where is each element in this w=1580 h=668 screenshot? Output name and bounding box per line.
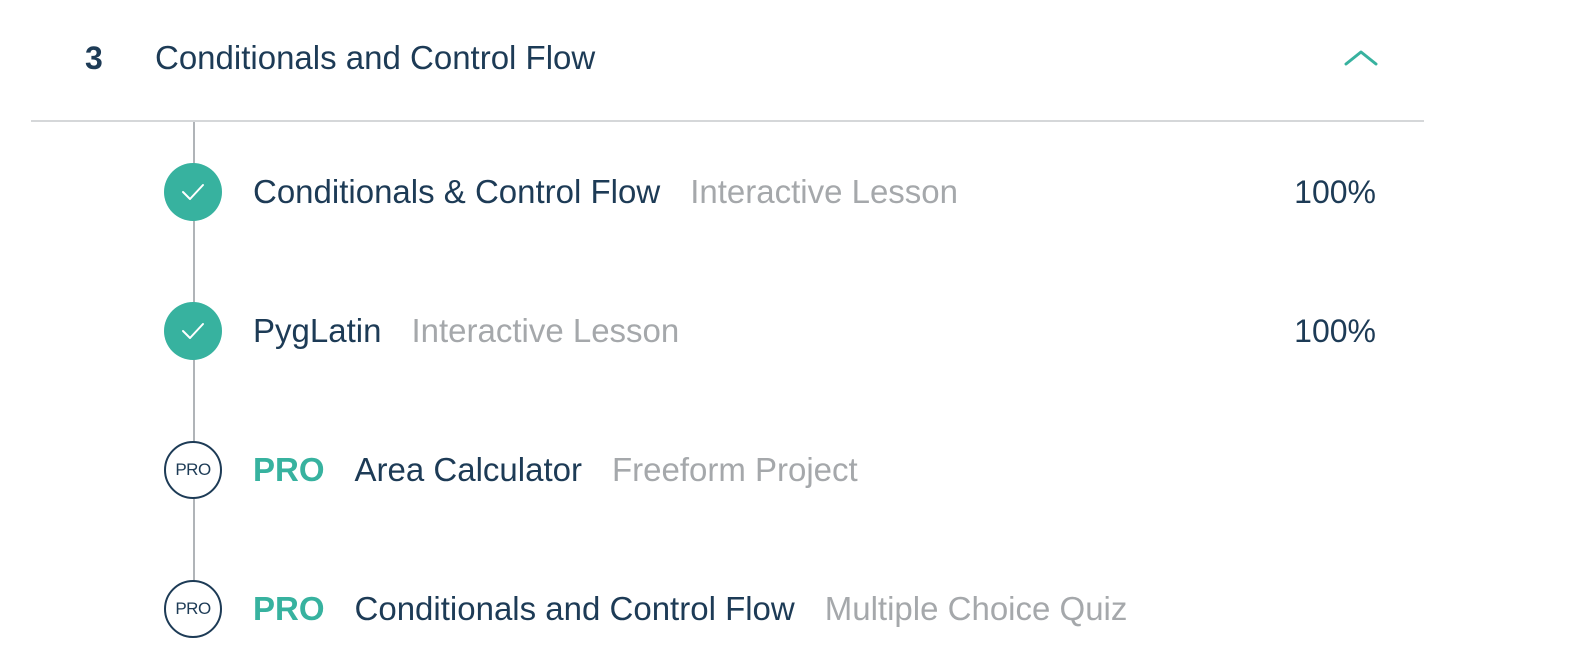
lesson-title[interactable]: Conditionals and Control Flow — [355, 590, 795, 627]
unit-title[interactable]: Conditionals and Control Flow — [155, 39, 595, 77]
lesson-row[interactable]: PygLatin Interactive Lesson 100% — [164, 302, 1404, 360]
pro-status-badge: PRO — [164, 580, 222, 638]
unit-header[interactable]: 3 Conditionals and Control Flow — [31, 0, 1424, 122]
lesson-content: PygLatin Interactive Lesson — [253, 302, 679, 360]
completed-status-icon — [164, 302, 222, 360]
lesson-title[interactable]: PygLatin — [253, 312, 381, 349]
lesson-title[interactable]: Area Calculator — [355, 451, 582, 488]
lesson-progress: 100% — [1294, 313, 1376, 349]
pro-label: PRO — [253, 590, 325, 627]
unit-number: 3 — [85, 40, 103, 76]
lesson-progress: 100% — [1294, 174, 1376, 210]
lesson-content: PRO Area Calculator Freeform Project — [253, 441, 858, 499]
lesson-type: Freeform Project — [611, 451, 858, 488]
lesson-title[interactable]: Conditionals & Control Flow — [253, 173, 660, 210]
collapse-toggle-button[interactable] — [1341, 38, 1381, 78]
checkmark-icon — [182, 184, 204, 200]
lesson-row[interactable]: PRO PRO Area Calculator Freeform Project — [164, 441, 1404, 499]
chevron-up-icon — [1344, 50, 1378, 66]
lesson-type: Interactive Lesson — [411, 312, 680, 349]
pro-label: PRO — [253, 451, 325, 488]
lesson-row[interactable]: Conditionals & Control Flow Interactive L… — [164, 163, 1404, 221]
lesson-type: Interactive Lesson — [690, 173, 959, 210]
checkmark-icon — [182, 323, 204, 339]
completed-status-icon — [164, 163, 222, 221]
lesson-content: Conditionals & Control Flow Interactive L… — [253, 163, 958, 221]
lesson-type: Multiple Choice Quiz — [824, 590, 1128, 627]
pro-status-badge: PRO — [164, 441, 222, 499]
lesson-row[interactable]: PRO PRO Conditionals and Control Flow Mult… — [164, 580, 1404, 638]
lesson-content: PRO Conditionals and Control Flow Multiple… — [253, 580, 1127, 638]
